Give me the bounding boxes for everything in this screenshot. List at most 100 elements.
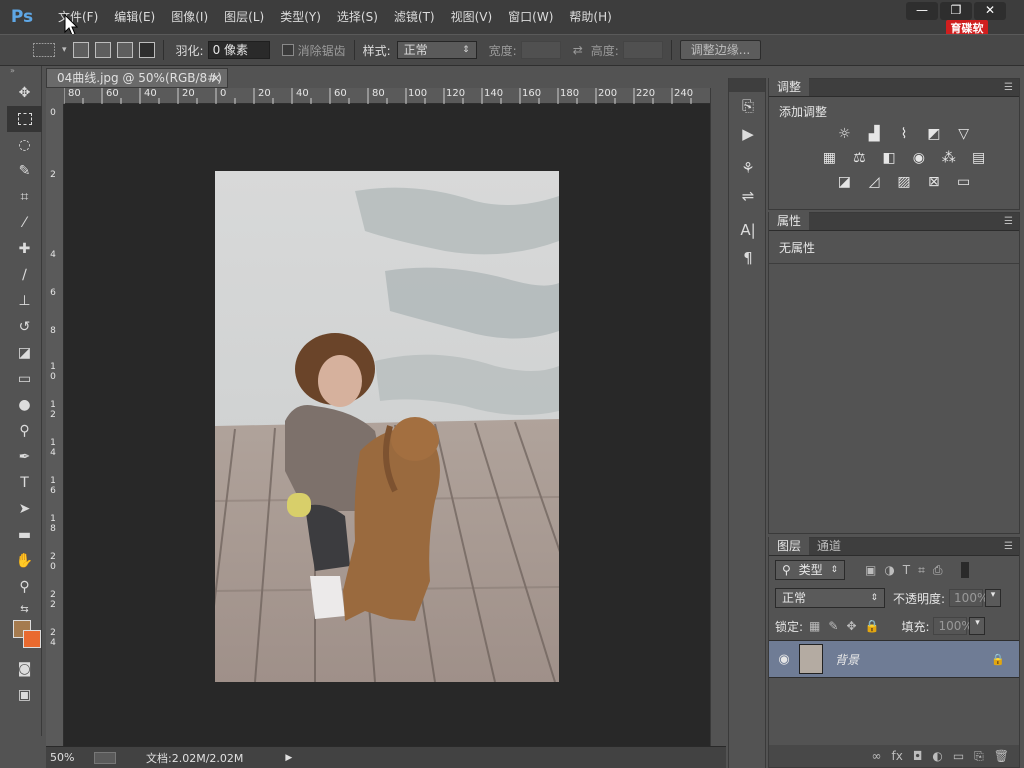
hue-saturation-icon[interactable]: ▦ <box>818 149 840 167</box>
layer-name[interactable]: 背景 <box>835 651 859 668</box>
intersect-selection-button[interactable] <box>138 42 155 58</box>
curves-icon[interactable]: ⌇ <box>893 125 915 143</box>
horizontal-ruler[interactable]: 80 60 40 20 0 20 40 60 80 100 120 140 16… <box>64 88 710 104</box>
layer-filter-select[interactable]: ⚲ 类型 ⇕ <box>775 560 845 580</box>
new-layer-icon[interactable]: ⎘ <box>974 749 984 764</box>
actions-play-icon[interactable]: ▶ <box>729 120 767 148</box>
lock-icons[interactable]: ▦✎✥🔒 <box>809 619 887 633</box>
brushes-icon[interactable]: ⚘ <box>729 154 767 182</box>
blend-mode-select[interactable]: 正常 ⇕ <box>775 588 885 608</box>
healing-tool-icon[interactable]: ✚ <box>7 236 42 262</box>
collapse-icon[interactable]: » <box>7 66 41 80</box>
restore-button[interactable]: ❐ <box>940 2 972 20</box>
vertical-scrollbar[interactable] <box>710 88 726 748</box>
menu-type[interactable]: 类型(Y) <box>272 0 329 34</box>
menu-view[interactable]: 视图(V) <box>443 0 501 34</box>
hand-tool-icon[interactable]: ✋ <box>7 548 42 574</box>
type-tool-icon[interactable]: T <box>7 470 42 496</box>
crop-tool-icon[interactable]: ⌗ <box>7 184 42 210</box>
vibrance-icon[interactable]: ▽ <box>953 125 975 143</box>
zoom-level[interactable]: 50% <box>50 751 94 764</box>
filter-toggle[interactable] <box>960 562 969 578</box>
eyedropper-tool-icon[interactable]: ⁄ <box>7 210 42 236</box>
document-tab[interactable]: 04曲线.jpg @ 50%(RGB/8#) × <box>46 68 228 88</box>
marquee-tool-icon[interactable] <box>7 106 42 132</box>
path-select-tool-icon[interactable]: ➤ <box>7 496 42 522</box>
history-brush-tool-icon[interactable]: ↺ <box>7 314 42 340</box>
panel-menu-icon[interactable]: ☰ <box>1004 216 1013 227</box>
fill-input[interactable]: 100% <box>933 617 973 635</box>
opacity-input[interactable]: 100% <box>949 589 988 607</box>
black-white-icon[interactable]: ◧ <box>878 149 900 167</box>
swap-icon[interactable]: ⇄ <box>573 43 583 57</box>
invert-icon[interactable]: ◪ <box>833 173 855 191</box>
blur-tool-icon[interactable]: ● <box>7 392 42 418</box>
delete-layer-icon[interactable]: 🗑 <box>994 749 1009 763</box>
tab-channels[interactable]: 通道 <box>809 537 849 555</box>
quick-mask-icon[interactable]: ◙ <box>7 656 42 682</box>
character-icon[interactable]: A| <box>729 216 767 244</box>
subtract-selection-button[interactable] <box>116 42 133 58</box>
swap-colors-icon[interactable]: ⇆ <box>7 600 42 618</box>
tab-layers[interactable]: 图层 <box>769 537 810 555</box>
filter-type-icons[interactable]: ▣◑T⌗⎙ <box>865 563 951 578</box>
status-icon[interactable] <box>94 751 116 764</box>
antialias-checkbox[interactable] <box>281 44 294 56</box>
refine-edge-button[interactable]: 调整边缘... <box>679 40 762 60</box>
feather-input[interactable]: 0 像素 <box>207 41 270 59</box>
minimize-button[interactable]: — <box>906 2 938 20</box>
brightness-icon[interactable]: ☼ <box>833 125 855 143</box>
eraser-tool-icon[interactable]: ◪ <box>7 340 42 366</box>
photo-filter-icon[interactable]: ◉ <box>908 149 930 167</box>
tool-presets-icon[interactable]: ⇌ <box>729 182 767 210</box>
brush-tool-icon[interactable]: ∕ <box>7 262 42 288</box>
pen-tool-icon[interactable]: ✒ <box>7 444 42 470</box>
shape-tool-icon[interactable]: ▬ <box>7 522 42 548</box>
move-tool-icon[interactable]: ✥ <box>7 80 42 106</box>
tab-adjustments[interactable]: 调整 <box>769 78 810 96</box>
vertical-ruler[interactable]: 0 2 4 6 8 1 0 1 2 1 4 1 6 1 8 2 0 2 2 2 … <box>46 104 64 746</box>
color-lookup-icon[interactable]: ▤ <box>968 149 990 167</box>
screen-mode-icon[interactable]: ▣ <box>7 682 42 708</box>
quick-select-tool-icon[interactable]: ✎ <box>7 158 42 184</box>
menu-edit[interactable]: 编辑(E) <box>106 0 163 34</box>
channel-mixer-icon[interactable]: ⁂ <box>938 149 960 167</box>
close-tab-icon[interactable]: × <box>211 69 221 87</box>
menu-filter[interactable]: 滤镜(T) <box>386 0 443 34</box>
gradient-tool-icon[interactable]: ▭ <box>7 366 42 392</box>
history-icon[interactable]: ⎘ <box>729 92 767 120</box>
new-group-icon[interactable]: ▭ <box>953 749 964 763</box>
panel-menu-icon[interactable]: ☰ <box>1004 82 1013 93</box>
zoom-tool-icon[interactable]: ⚲ <box>7 574 42 600</box>
menu-select[interactable]: 选择(S) <box>329 0 386 34</box>
menu-help[interactable]: 帮助(H) <box>561 0 619 34</box>
width-input[interactable] <box>520 41 561 59</box>
menu-window[interactable]: 窗口(W) <box>500 0 561 34</box>
play-icon[interactable]: ▶ <box>285 753 292 763</box>
background-color-swatch[interactable] <box>23 630 41 648</box>
chevron-down-icon[interactable]: ▾ <box>969 617 986 635</box>
visibility-eye-icon[interactable]: ◉ <box>769 652 799 667</box>
color-balance-icon[interactable]: ⚖ <box>848 149 870 167</box>
fx-icon[interactable]: fx <box>892 749 903 763</box>
exposure-icon[interactable]: ◩ <box>923 125 945 143</box>
tab-properties[interactable]: 属性 <box>769 212 810 230</box>
menu-image[interactable]: 图像(I) <box>163 0 216 34</box>
add-mask-icon[interactable]: ◘ <box>913 749 923 763</box>
stamp-tool-icon[interactable]: ⊥ <box>7 288 42 314</box>
lasso-tool-icon[interactable]: ◌ <box>7 132 42 158</box>
link-layers-icon[interactable]: ∞ <box>872 749 882 763</box>
document-image[interactable] <box>215 171 559 682</box>
new-adjustment-icon[interactable]: ◐ <box>932 749 942 763</box>
style-select[interactable]: 正常 ⇕ <box>396 41 477 59</box>
add-selection-button[interactable] <box>94 42 111 58</box>
paragraph-icon[interactable]: ¶ <box>729 244 767 272</box>
menu-file[interactable]: 文件(F) <box>50 0 106 34</box>
levels-icon[interactable]: ▟ <box>863 125 885 143</box>
menu-layer[interactable]: 图层(L) <box>216 0 272 34</box>
selective-color-icon[interactable]: ⊠ <box>923 173 945 191</box>
panel-menu-icon[interactable]: ☰ <box>1004 541 1013 552</box>
threshold-icon[interactable]: ▨ <box>893 173 915 191</box>
dodge-tool-icon[interactable]: ⚲ <box>7 418 42 444</box>
chevron-down-icon[interactable]: ▾ <box>985 589 1002 607</box>
